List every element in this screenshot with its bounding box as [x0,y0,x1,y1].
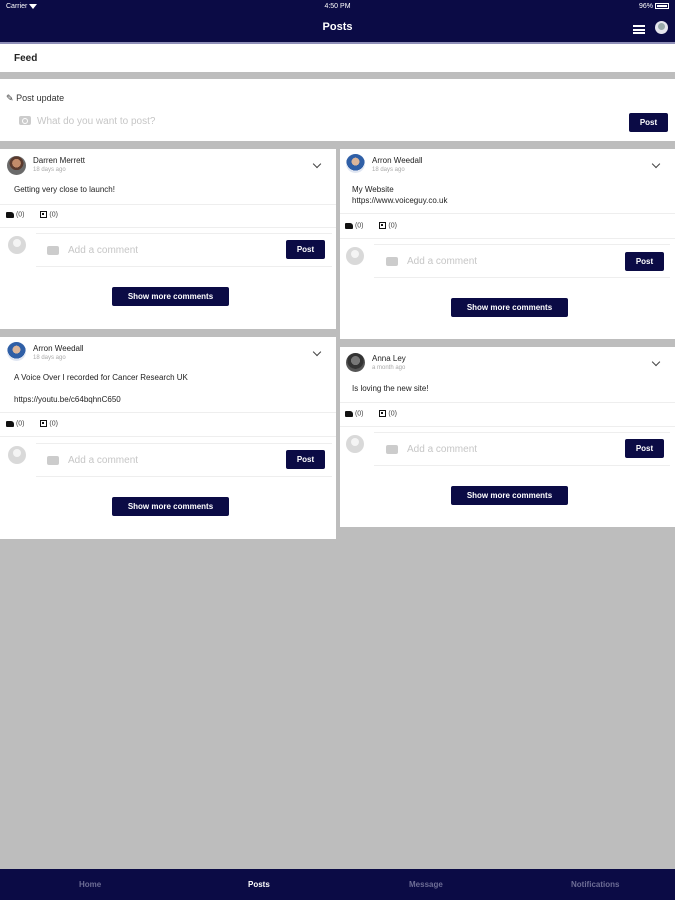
divider [0,412,336,413]
comment-input[interactable] [407,441,617,457]
share-count: (0) [49,211,58,219]
like-count: (0) [354,222,364,230]
comment-input[interactable] [68,242,278,258]
reactions-bar: (0) (0) [6,420,58,427]
comment-post-button[interactable]: Post [625,439,664,458]
edit-icon: ✎ [6,93,14,103]
post-card: Anna Ley a month ago Is loving the new s… [340,347,675,527]
like-icon[interactable] [345,222,353,229]
post-card: Darren Merrett 18 days ago Getting very … [0,149,336,329]
divider [0,436,336,437]
nav-home[interactable]: Home [79,880,101,889]
nav-posts[interactable]: Posts [248,880,270,889]
show-more-comments-button[interactable]: Show more comments [451,298,568,317]
share-icon[interactable] [379,410,387,417]
divider [340,213,675,214]
divider [0,227,336,228]
status-time: 4:50 PM [324,3,351,10]
post-update-label: ✎ Post update [6,93,65,103]
post-time: 18 days ago [33,355,66,361]
post-text: My Website [352,185,394,194]
camera-icon[interactable] [386,257,398,266]
comment-input[interactable] [407,253,617,269]
comment-post-button[interactable]: Post [286,240,325,259]
divider [340,238,675,239]
like-count: (0) [15,211,25,219]
divider [340,402,675,403]
reactions-bar: (0) (0) [345,410,397,417]
show-more-comments-button[interactable]: Show more comments [112,287,229,306]
avatar[interactable] [346,154,365,173]
share-icon[interactable] [40,420,48,427]
post-update-button[interactable]: Post [629,113,668,132]
hamburger-menu-icon[interactable] [633,25,645,34]
camera-icon[interactable] [19,116,31,125]
like-icon[interactable] [6,211,14,218]
chevron-down-icon[interactable] [312,347,322,357]
comment-avatar [8,446,26,464]
comment-post-button[interactable]: Post [625,252,664,271]
nav-notifications[interactable]: Notifications [571,880,619,889]
comment-box: Post [374,244,670,278]
post-author[interactable]: Arron Weedall [33,344,84,353]
post-link[interactable]: https://www.voiceguy.co.uk [352,195,447,206]
comment-avatar [346,247,364,265]
reactions-bar: (0) (0) [345,222,397,229]
post-time: 18 days ago [372,167,405,173]
battery-icon [655,3,669,10]
avatar[interactable] [7,156,26,175]
share-count: (0) [49,420,58,428]
post-author[interactable]: Anna Ley [372,354,406,363]
post-author[interactable]: Arron Weedall [372,156,423,165]
status-battery: 96% [639,3,669,10]
avatar[interactable] [346,353,365,372]
reactions-bar: (0) (0) [6,211,58,218]
like-icon[interactable] [6,420,14,427]
bottom-nav: Home Posts Message Notifications [0,869,675,900]
page-title: Posts [322,21,353,33]
comment-box: Post [36,443,332,477]
post-text: Is loving the new site! [352,384,429,393]
post-card: Arron Weedall 18 days ago A Voice Over I… [0,337,336,539]
show-more-comments-button[interactable]: Show more comments [451,486,568,505]
post-time: a month ago [372,365,406,371]
comment-input[interactable] [68,452,278,468]
profile-avatar[interactable] [655,21,668,34]
share-count: (0) [388,410,397,418]
post-text: A Voice Over I recorded for Cancer Resea… [14,373,188,382]
nav-message[interactable]: Message [409,880,443,889]
post-author[interactable]: Darren Merrett [33,156,85,165]
comment-box: Post [374,432,670,466]
post-card: Arron Weedall 18 days ago My Website htt… [340,149,675,339]
share-icon[interactable] [379,222,387,229]
feed-header: Feed [0,44,675,72]
camera-icon[interactable] [47,456,59,465]
post-time: 18 days ago [33,167,66,173]
post-text: Getting very close to launch! [14,185,115,194]
chevron-down-icon[interactable] [651,159,661,169]
divider [340,426,675,427]
show-more-comments-button[interactable]: Show more comments [112,497,229,516]
like-count: (0) [15,420,25,428]
top-bar: Carrier 4:50 PM 96% Posts [0,0,675,42]
comment-avatar [346,435,364,453]
share-icon[interactable] [40,211,48,218]
comment-avatar [8,236,26,254]
avatar[interactable] [7,342,26,361]
comment-box: Post [36,233,332,267]
post-link[interactable]: https://youtu.be/c64bqhnC650 [14,394,121,405]
chevron-down-icon[interactable] [312,159,322,169]
feed-label: Feed [14,53,38,64]
post-update-panel: ✎ Post update [0,79,675,141]
divider [0,204,336,205]
comment-post-button[interactable]: Post [286,450,325,469]
camera-icon[interactable] [47,246,59,255]
like-icon[interactable] [345,410,353,417]
chevron-down-icon[interactable] [651,357,661,367]
share-count: (0) [388,222,397,230]
post-update-input[interactable] [37,113,597,129]
like-count: (0) [354,410,364,418]
camera-icon[interactable] [386,445,398,454]
